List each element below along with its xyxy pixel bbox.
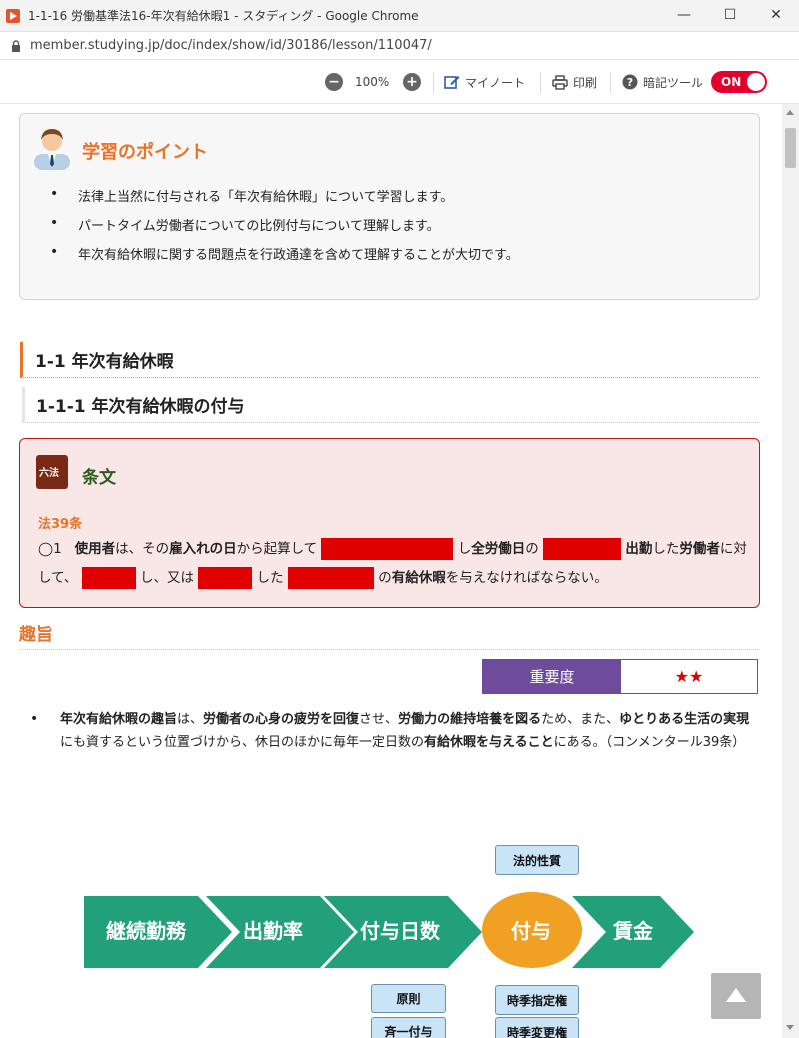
zoom-level: 100% [355,75,390,89]
print-label: 印刷 [573,75,598,90]
minimize-button[interactable]: — [661,0,707,30]
tag-principle[interactable]: 原則 [371,984,446,1013]
toggle-knob [747,73,765,91]
flow-label: 出勤率 [243,919,303,943]
tag-change-right[interactable]: 時季変更権 [495,1017,579,1038]
help-icon: ? [622,74,638,90]
back-to-top-button[interactable] [711,973,761,1019]
window-controls: — ☐ ✕ [661,0,799,32]
tag-legal-nature[interactable]: 法的性質 [495,845,579,875]
studying-app-icon [6,8,20,23]
arrow-up-icon [726,988,746,1002]
printer-icon [552,74,568,90]
tag-designation-right[interactable]: 時季指定権 [495,985,579,1015]
lock-icon [12,39,20,52]
memo-tool-toggle[interactable]: ON [711,71,767,93]
zoom-out-icon[interactable]: − [325,73,343,91]
svg-text:?: ? [627,76,633,89]
my-note-button[interactable]: マイノート [444,60,525,104]
maximize-button[interactable]: ☐ [707,0,753,30]
scroll-down-icon[interactable] [786,1025,794,1030]
close-button[interactable]: ✕ [753,0,799,30]
edit-icon [444,76,460,89]
window-titlebar: 1-1-16 労働基準法16-年次有給休暇1 - スタディング - Google… [0,0,799,32]
flow-label: 継続勤務 [106,919,186,943]
print-button[interactable]: 印刷 [552,60,597,104]
my-note-label: マイノート [465,75,526,90]
memo-tool-control: ? 暗記ツール [622,60,703,104]
scrollbar-thumb[interactable] [785,128,796,168]
lesson-toolbar: − 100% + マイノート 印刷 ? 暗記ツール ON [0,60,799,104]
address-bar[interactable]: member.studying.jp/doc/index/show/id/301… [0,32,799,60]
toggle-state: ON [721,75,742,89]
url-text[interactable]: member.studying.jp/doc/index/show/id/301… [30,38,432,53]
flow-label: 付与 [511,919,551,943]
flow-label: 付与日数 [360,919,440,943]
scroll-up-icon[interactable] [786,110,794,115]
flow-diagram [84,892,694,968]
flow-label: 賃金 [613,919,653,943]
window-title: 1-1-16 労働基準法16-年次有給休暇1 - スタディング - Google… [28,9,419,23]
vertical-scrollbar[interactable] [782,104,799,1038]
memo-tool-label: 暗記ツール [643,75,704,90]
zoom-in-icon[interactable]: + [403,73,421,91]
tag-uniform-grant[interactable]: 斉一付与 [371,1017,446,1038]
lesson-content: 学習のポイント • 法律上当然に付与される「年次有給休暇」について学習します。 •… [0,104,782,1038]
